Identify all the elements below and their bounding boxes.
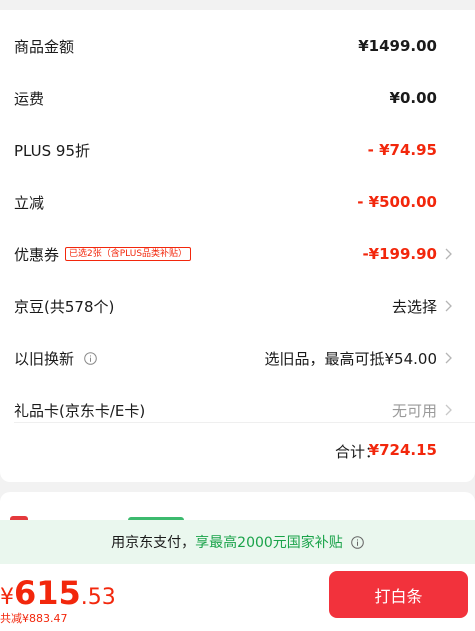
coupon-label: 优惠券	[14, 245, 60, 264]
row-value: 去选择	[391, 297, 437, 316]
subsidy-promo-banner[interactable]: 用京东支付， 享最高2000元国家补贴	[0, 520, 475, 564]
row-value: ¥1499.00	[358, 37, 437, 55]
row-label: 以旧换新	[14, 348, 97, 369]
row-goods-amount: 商品金额 ¥1499.00	[0, 20, 475, 72]
total-discount: 共减¥883.47	[0, 612, 68, 625]
pay-baitiao-button[interactable]: 打白条	[329, 571, 468, 618]
total-row: 合计： ¥724.15	[0, 428, 475, 472]
promo-text: 用京东支付，	[111, 535, 196, 551]
divider	[14, 422, 475, 423]
trade-in-label: 以旧换新	[14, 349, 75, 368]
info-circle-icon[interactable]	[84, 351, 97, 365]
row-trade-in[interactable]: 以旧换新 选旧品，最高可抵¥54.00	[0, 332, 475, 384]
row-value: 无可用	[391, 401, 437, 420]
total-value: ¥724.15	[368, 441, 437, 459]
chevron-right-icon[interactable]	[443, 247, 453, 261]
row-coupon[interactable]: 优惠券 已选2张（含PLUS品类补贴） -¥199.90	[0, 228, 475, 280]
checkout-bar: ¥615.53 共减¥883.47 打白条	[0, 564, 475, 631]
row-plus-discount: PLUS 95折 - ¥74.95	[0, 124, 475, 176]
row-label: 运费	[14, 89, 45, 108]
chevron-right-icon[interactable]	[443, 299, 453, 313]
chevron-right-icon[interactable]	[443, 351, 453, 365]
row-jd-beans[interactable]: 京豆(共578个) 去选择	[0, 280, 475, 332]
price-symbol: ¥	[0, 585, 14, 610]
row-value: - ¥500.00	[357, 193, 437, 211]
row-value: 选旧品，最高可抵¥54.00	[264, 349, 438, 368]
chevron-right-icon[interactable]	[443, 403, 453, 417]
order-summary-card: 商品金额 ¥1499.00 运费 ¥0.00 PLUS 95折 - ¥74.95…	[0, 10, 475, 482]
row-label: 商品金额	[14, 37, 75, 56]
row-instant-reduction: 立减 - ¥500.00	[0, 176, 475, 228]
coupon-selected-tag: 已选2张（含PLUS品类补贴）	[65, 247, 192, 261]
row-value: ¥0.00	[389, 89, 437, 107]
row-shipping: 运费 ¥0.00	[0, 72, 475, 124]
row-label: 京豆(共578个)	[14, 297, 115, 316]
row-value: - ¥74.95	[367, 141, 437, 159]
price-integer: 615	[14, 574, 81, 612]
promo-highlight: 享最高2000元国家补贴	[195, 535, 343, 551]
row-value: -¥199.90	[362, 245, 437, 263]
row-label: PLUS 95折	[14, 141, 91, 160]
final-price: ¥615.53	[0, 574, 116, 612]
price-decimal: .53	[80, 585, 116, 610]
row-label: 礼品卡(京东卡/E卡)	[14, 401, 146, 420]
row-label: 优惠券 已选2张（含PLUS品类补贴）	[14, 244, 192, 265]
row-label: 立减	[14, 193, 45, 212]
info-circle-icon[interactable]	[351, 535, 364, 549]
